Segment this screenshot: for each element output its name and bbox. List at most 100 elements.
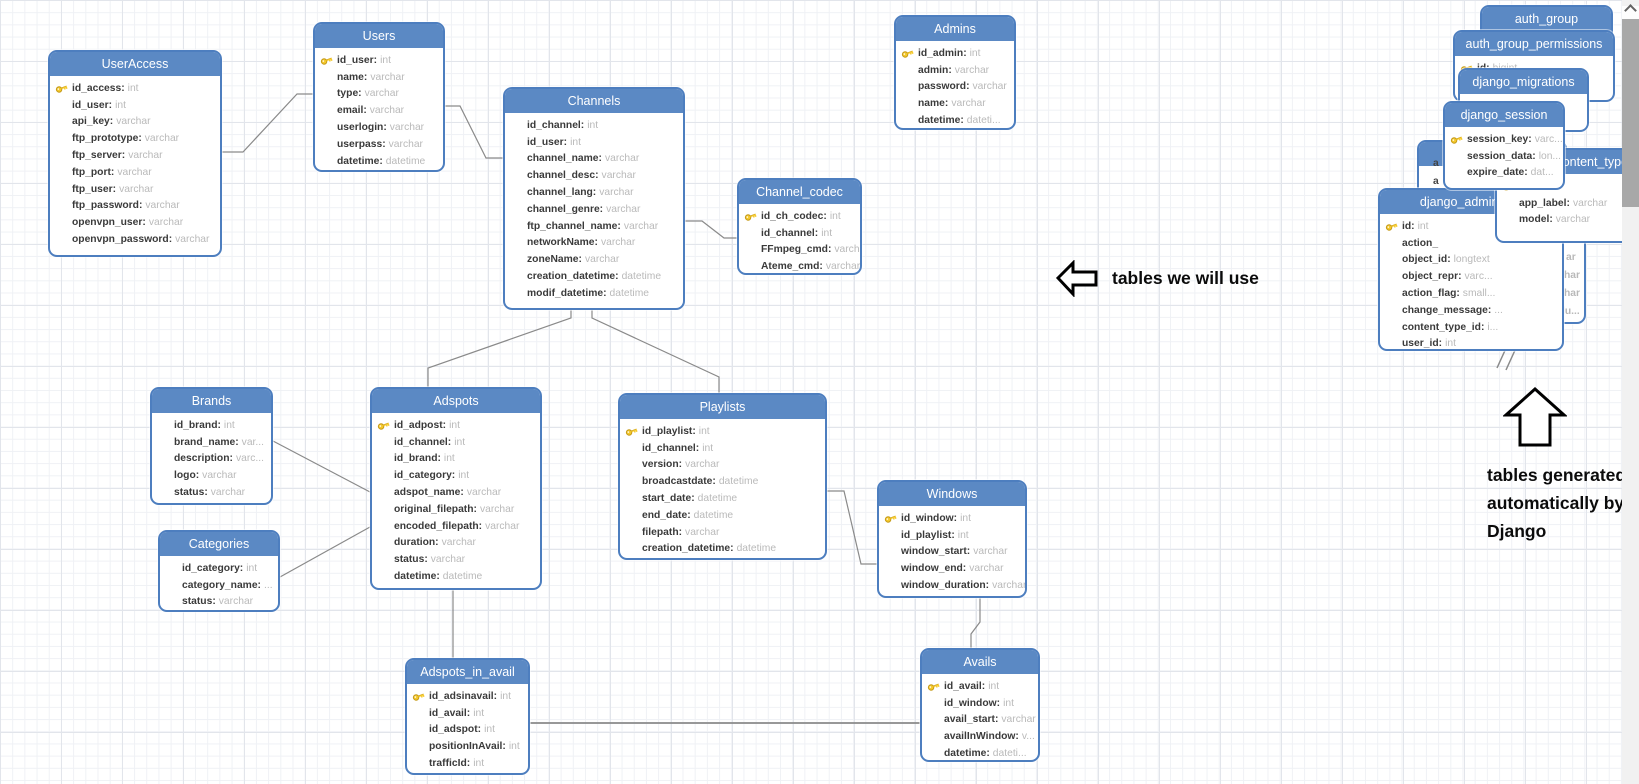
field-name: id_adspot: bbox=[429, 724, 481, 735]
field-type: int bbox=[958, 530, 969, 541]
table-title[interactable]: Playlists bbox=[620, 395, 825, 419]
table-django-session[interactable]: django_sessionsession_key:varc...session… bbox=[1443, 101, 1565, 190]
field-row: id_channel:int bbox=[372, 434, 540, 451]
field-type: int bbox=[473, 708, 484, 719]
field-type: varchar bbox=[145, 133, 179, 144]
field-name: action_ bbox=[1402, 238, 1438, 249]
table-playlists[interactable]: Playlistsid_playlist:intid_channel:intve… bbox=[618, 393, 827, 560]
field-row: window_start:varchar bbox=[879, 544, 1025, 561]
table-adspots[interactable]: Adspotsid_adpost:intid_channel:intid_bra… bbox=[370, 387, 542, 590]
table-title[interactable]: Admins bbox=[896, 17, 1014, 41]
table-adspots-in-avail[interactable]: Adspots_in_availid_adsinavail:intid_avai… bbox=[405, 658, 530, 775]
field-row: status:varchar bbox=[160, 594, 278, 611]
field-row: datetime:datetime bbox=[315, 153, 443, 170]
table-title[interactable]: django_migrations bbox=[1460, 70, 1587, 94]
field-row: creation_datetime:datetime bbox=[620, 541, 825, 558]
field-row: id_window:int bbox=[922, 695, 1038, 712]
field-type: datetime bbox=[386, 156, 426, 167]
table-useraccess[interactable]: UserAccessid_access:intid_user:intapi_ke… bbox=[48, 50, 222, 257]
annotation-line-1: tables generated bbox=[1487, 461, 1626, 489]
up-block-arrow-icon bbox=[1503, 386, 1567, 448]
table-title[interactable]: Channels bbox=[505, 89, 683, 113]
table-avails[interactable]: Availsid_avail:intid_window:intavail_sta… bbox=[920, 648, 1040, 762]
field-name: trafficId: bbox=[429, 758, 470, 769]
table-channels[interactable]: Channelsid_channel:intid_user:intchannel… bbox=[503, 87, 685, 310]
table-channel-codec[interactable]: Channel_codecid_ch_codec:intid_channel:i… bbox=[737, 178, 862, 275]
table-title[interactable]: auth_group_permissions bbox=[1455, 32, 1613, 56]
field-row: type:varchar bbox=[315, 86, 443, 103]
field-row: id_category:int bbox=[160, 560, 278, 577]
table-users[interactable]: Usersid_user:intname:varchartype:varchar… bbox=[313, 22, 445, 172]
field-row: id_window:int bbox=[879, 510, 1025, 527]
field-name: id_adsinavail: bbox=[429, 691, 497, 702]
table-title[interactable]: Avails bbox=[922, 650, 1038, 674]
field-name: app_label: bbox=[1519, 198, 1570, 209]
table-fields: id_window:intid_playlist:intwindow_start… bbox=[879, 506, 1025, 594]
field-type: varchar bbox=[685, 527, 719, 538]
field-name: id_window: bbox=[901, 513, 957, 524]
scrollbar-thumb[interactable] bbox=[1622, 19, 1639, 207]
field-row: object_repr:varc... bbox=[1380, 268, 1562, 285]
field-type: int bbox=[1003, 698, 1014, 709]
field-name: logo: bbox=[174, 470, 199, 481]
primary-key-icon bbox=[884, 512, 897, 525]
table-title[interactable]: auth_group bbox=[1482, 7, 1611, 31]
key-gutter bbox=[901, 47, 918, 60]
field-name: id_category: bbox=[182, 563, 243, 574]
table-title[interactable]: Windows bbox=[879, 482, 1025, 506]
field-name: model: bbox=[1519, 214, 1553, 225]
primary-key-icon bbox=[412, 690, 425, 703]
table-title[interactable]: Adspots_in_avail bbox=[407, 660, 528, 684]
table-title[interactable]: Channel_codec bbox=[739, 180, 860, 204]
field-type: var... bbox=[242, 437, 264, 448]
primary-key-icon bbox=[377, 419, 390, 432]
table-title[interactable]: Categories bbox=[160, 532, 278, 556]
field-type: varchar bbox=[973, 81, 1007, 92]
field-name: api_key: bbox=[72, 116, 113, 127]
field-row: session_data:lon... bbox=[1445, 148, 1563, 165]
table-title[interactable]: Brands bbox=[152, 389, 271, 413]
field-type: datetime bbox=[610, 288, 650, 299]
field-row: encoded_filepath:varchar bbox=[372, 518, 540, 535]
field-name: id_channel: bbox=[642, 443, 699, 454]
field-name: availInWindow: bbox=[944, 731, 1019, 742]
field-name: type: bbox=[337, 88, 362, 99]
diagram-canvas[interactable]: UserAccessid_access:intid_user:intapi_ke… bbox=[0, 0, 1639, 784]
key-gutter bbox=[412, 690, 429, 703]
field-type: v... bbox=[1022, 731, 1035, 742]
annotation-line-3: Django bbox=[1487, 517, 1626, 545]
field-name: ftp_port: bbox=[72, 167, 114, 178]
field-type: varchar bbox=[117, 167, 151, 178]
table-title[interactable]: UserAccess bbox=[50, 52, 220, 76]
table-windows[interactable]: Windowsid_window:intid_playlist:intwindo… bbox=[877, 480, 1027, 598]
field-name: content_type_id: bbox=[1402, 322, 1484, 333]
field-row: name:varchar bbox=[896, 95, 1014, 112]
key-gutter bbox=[625, 425, 642, 438]
field-name: name: bbox=[918, 98, 948, 109]
table-title[interactable]: django_session bbox=[1445, 103, 1563, 127]
field-type: int bbox=[224, 420, 235, 431]
relationship-line bbox=[592, 310, 719, 393]
field-name: id_channel: bbox=[394, 437, 451, 448]
field-name: start_date: bbox=[642, 493, 695, 504]
table-categories[interactable]: Categoriesid_category:intcategory_name:.… bbox=[158, 530, 280, 612]
field-row: status:varchar bbox=[152, 484, 271, 501]
field-type: datetime bbox=[694, 510, 734, 521]
table-admins[interactable]: Adminsid_admin:intadmin:varcharpassword:… bbox=[894, 15, 1016, 130]
table-brands[interactable]: Brandsid_brand:intbrand_name:var...descr… bbox=[150, 387, 273, 505]
field-name: networkName: bbox=[527, 237, 598, 248]
table-title[interactable]: Users bbox=[315, 24, 443, 48]
field-name: id_ch_codec: bbox=[761, 211, 827, 222]
relationship-line bbox=[222, 94, 313, 152]
field-row: datetime:datetime bbox=[372, 568, 540, 585]
field-row: id_adspot:int bbox=[407, 722, 528, 739]
primary-key-icon bbox=[1385, 220, 1398, 233]
field-type: int bbox=[988, 681, 999, 692]
field-type: varchar bbox=[602, 170, 636, 181]
field-name: expire_date: bbox=[1467, 167, 1528, 178]
table-title[interactable]: Adspots bbox=[372, 389, 540, 413]
vertical-scrollbar[interactable] bbox=[1622, 0, 1639, 784]
field-type: int bbox=[484, 724, 495, 735]
field-type: varchar bbox=[605, 153, 639, 164]
field-type: int bbox=[458, 470, 469, 481]
